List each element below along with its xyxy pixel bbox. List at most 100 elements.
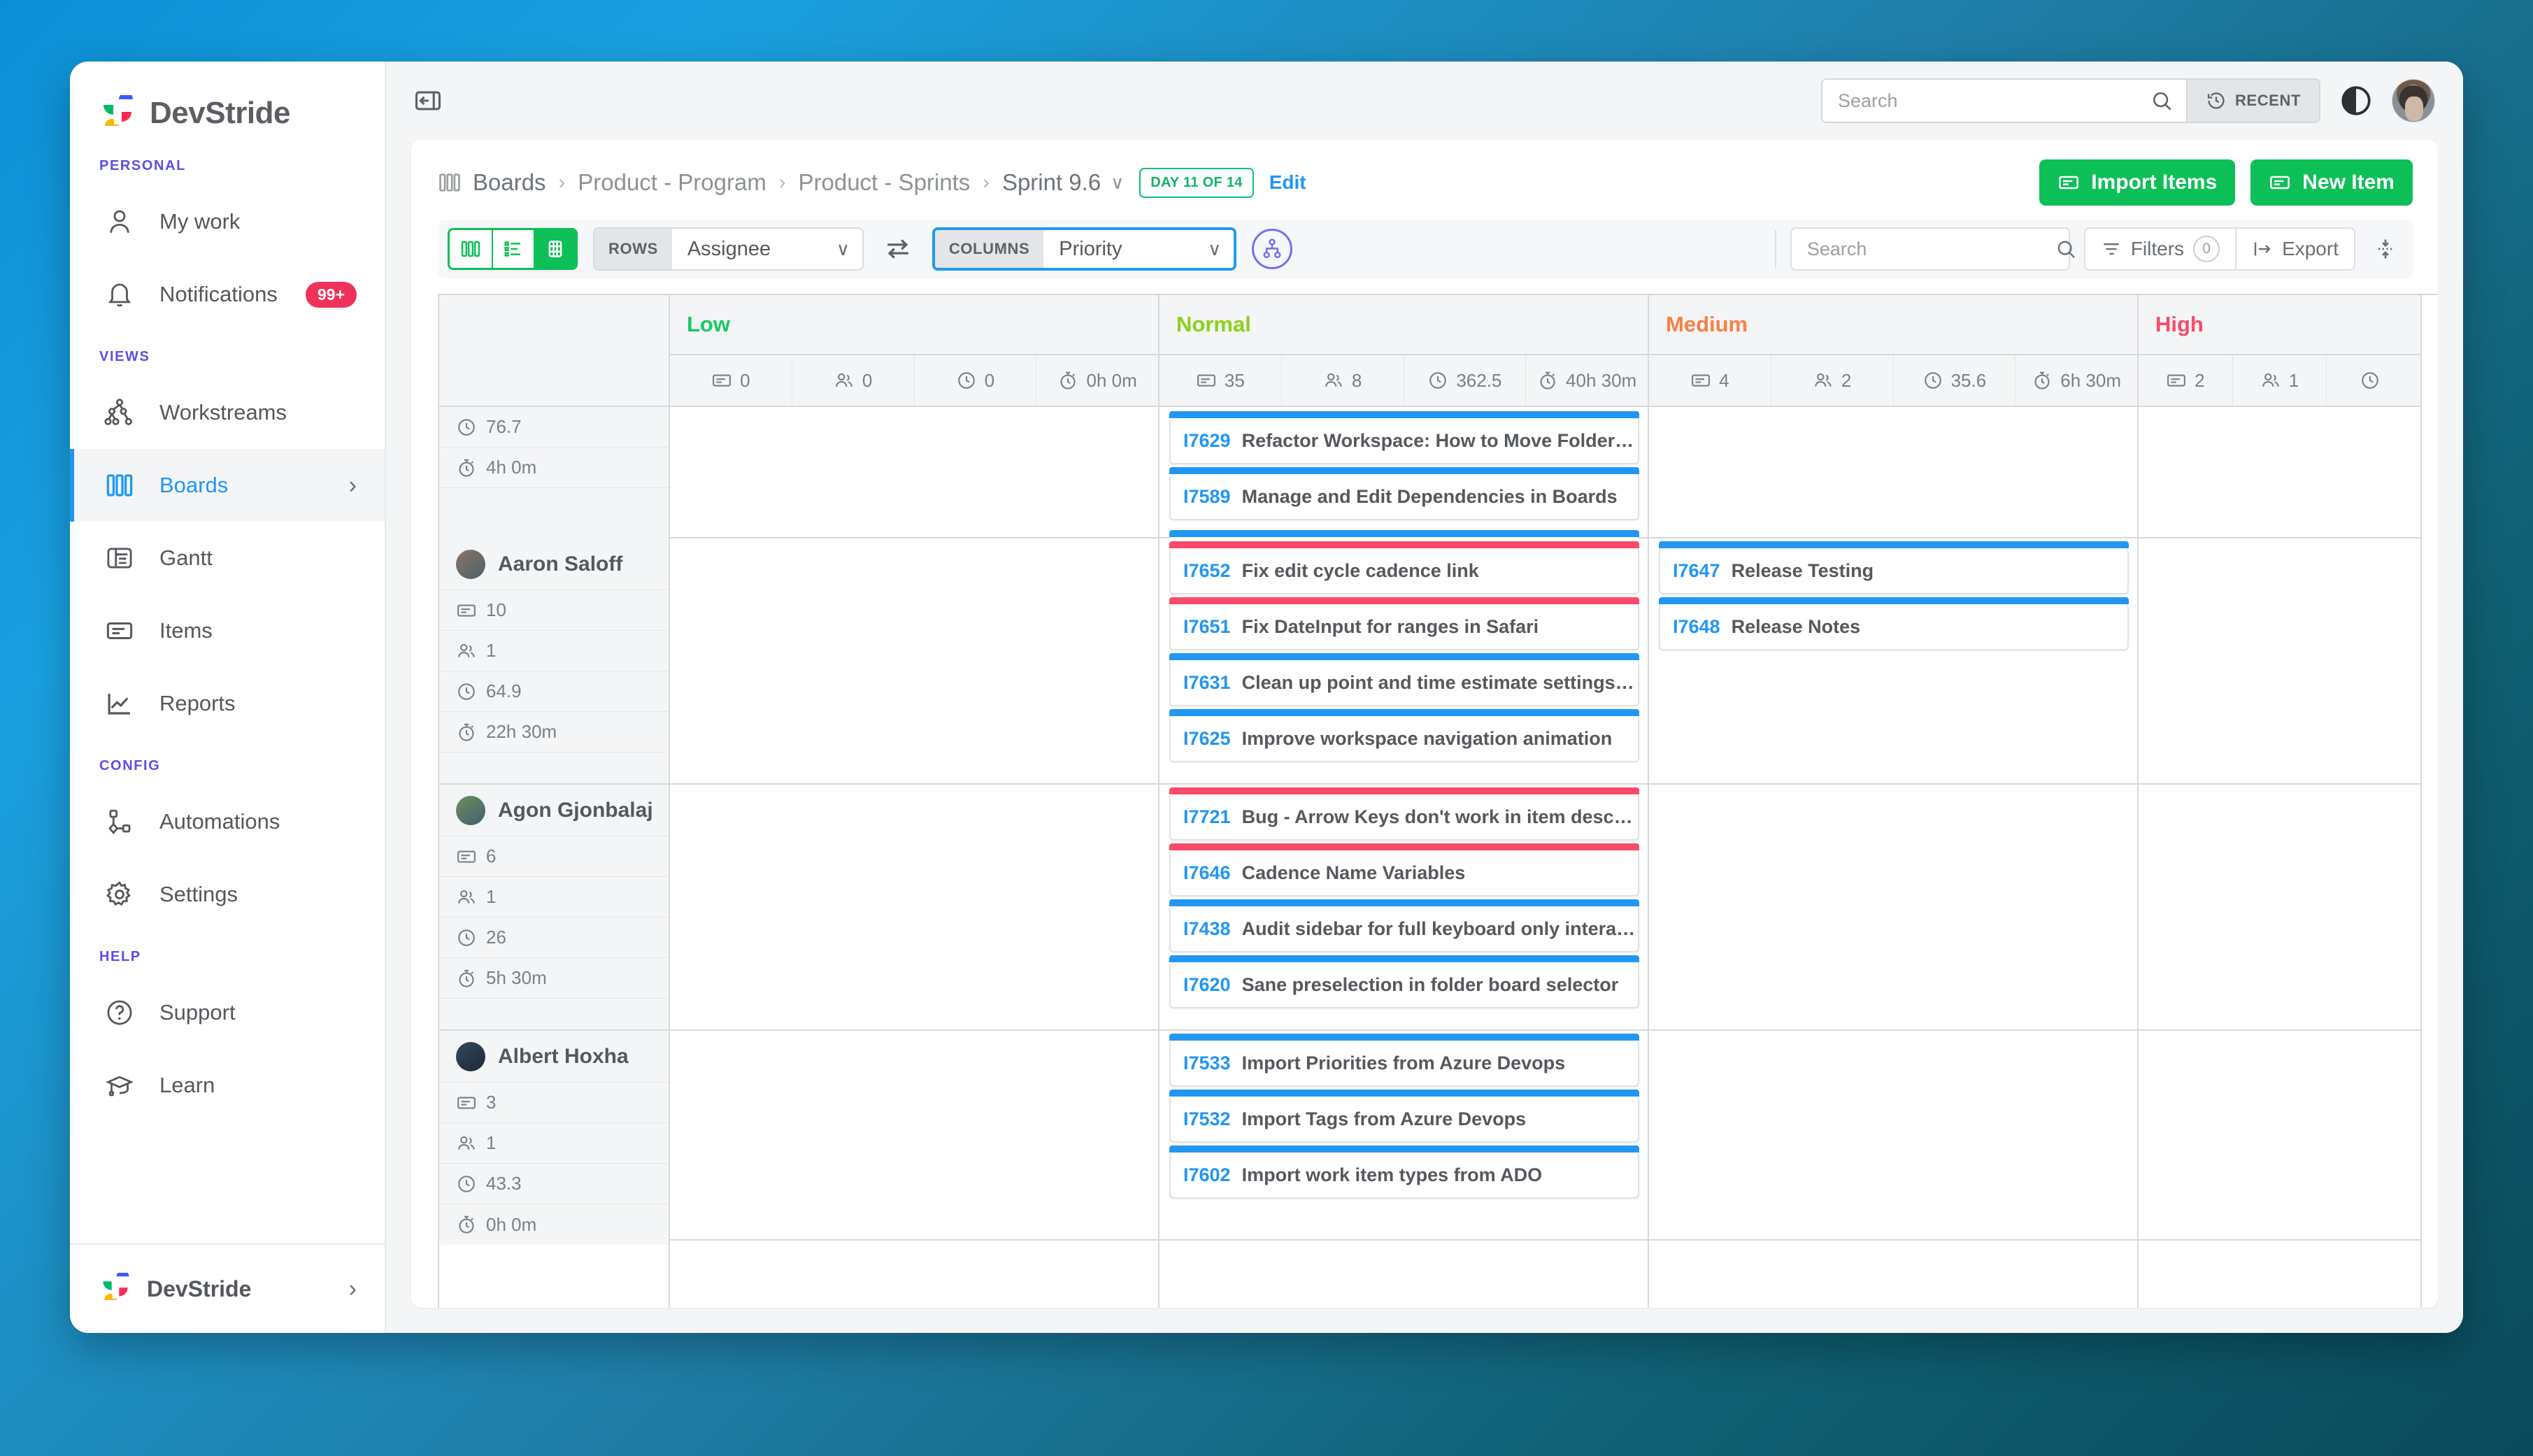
board-search-field[interactable] [1790, 227, 2075, 271]
sidebar-item-gantt[interactable]: Gantt [70, 522, 385, 594]
workspace-switcher[interactable]: DevStride › [70, 1243, 385, 1333]
board-card-clipped[interactable] [1169, 530, 1639, 538]
row-group-header[interactable]: Aaron Saloff [439, 538, 669, 590]
sidebar-section-config: CONFIG [99, 758, 161, 773]
chevron-down-icon[interactable]: ∨ [1101, 172, 1124, 194]
avatar [456, 795, 485, 825]
board-card[interactable]: I7602 Import work item types from ADO [1169, 1145, 1639, 1199]
breadcrumb-item-sprint[interactable]: Sprint 9.6 [1002, 169, 1101, 196]
column-stat-value: 4 [1719, 369, 1729, 391]
columns-selector[interactable]: COLUMNS Priority ∨ [932, 227, 1237, 271]
board-card[interactable]: I7648 Release Notes [1659, 597, 2129, 650]
board-cell[interactable]: I7721 Bug - Arrow Keys don't work in ite… [1160, 785, 1648, 1031]
breadcrumb-item-product-program[interactable]: Product - Program [578, 169, 766, 196]
sidebar-item-settings[interactable]: Settings [70, 858, 385, 931]
rows-selector[interactable]: ROWS Assignee ∨ [593, 227, 864, 271]
list-view-button[interactable] [492, 230, 534, 268]
board-cell[interactable] [1649, 407, 2137, 538]
grid-view-button[interactable] [534, 230, 576, 268]
edit-link[interactable]: Edit [1269, 171, 1306, 194]
sidebar-item-my-work[interactable]: My work [70, 185, 385, 258]
row-group-header[interactable]: Agon Gjonbalaj [439, 785, 669, 836]
board-cell[interactable] [670, 1031, 1158, 1241]
breadcrumb-item-product-sprints[interactable]: Product - Sprints [799, 169, 971, 196]
row-group-albert-hoxha: Albert Hoxha 3 1 43.3 0h 0m [439, 1031, 669, 1245]
row-stat: 1 [439, 631, 669, 671]
row-group-header[interactable]: Albert Hoxha [439, 1031, 669, 1083]
board-card[interactable]: I7647 Release Testing [1659, 541, 2129, 594]
board-card[interactable]: I7721 Bug - Arrow Keys don't work in ite… [1169, 787, 1639, 841]
board-card[interactable]: I7620 Sane preselection in folder board … [1169, 955, 1639, 1008]
filter-icon [2101, 238, 2122, 259]
avatar[interactable] [2392, 79, 2435, 122]
stopwatch-icon [1537, 370, 1558, 391]
board-card[interactable]: I7625 Improve workspace navigation anima… [1169, 709, 1639, 762]
hierarchy-icon[interactable] [1252, 229, 1293, 269]
new-item-button[interactable]: New Item [2250, 159, 2413, 206]
row-stat-value: 1 [486, 1132, 497, 1153]
board-card[interactable]: I7438 Audit sidebar for full keyboard on… [1169, 899, 1639, 952]
sidebar-item-automations[interactable]: Automations [70, 785, 385, 858]
board-card[interactable]: I7629 Refactor Workspace: How to Move Fo… [1169, 411, 1639, 464]
breadcrumb-item-boards[interactable]: Boards [473, 169, 546, 196]
board-card[interactable]: I7533 Import Priorities from Azure Devop… [1169, 1034, 1639, 1087]
search-icon[interactable] [2055, 238, 2077, 260]
board-cell[interactable] [670, 407, 1158, 538]
board-card[interactable]: I7631 Clean up point and time estimate s… [1169, 653, 1639, 706]
import-items-button[interactable]: Import Items [2039, 159, 2236, 206]
column-stat: 0 [915, 355, 1037, 406]
recent-button[interactable]: RECENT [2185, 80, 2319, 122]
board-cell[interactable]: I7533 Import Priorities from Azure Devop… [1160, 1031, 1648, 1241]
board-cell[interactable] [2139, 785, 2420, 1031]
sidebar-item-reports[interactable]: Reports [70, 667, 385, 740]
board-cell[interactable] [2139, 538, 2420, 785]
board-cell[interactable]: I7647 Release Testing I7648 Release Note… [1649, 538, 2137, 785]
filters-button[interactable]: Filters 0 [2085, 229, 2235, 269]
sidebar-item-learn[interactable]: Learn [70, 1049, 385, 1122]
board-card[interactable]: I7589 Manage and Edit Dependencies in Bo… [1169, 467, 1639, 520]
global-search-field[interactable] [1822, 80, 2186, 122]
board-card[interactable]: I7652 Fix edit cycle cadence link [1169, 541, 1639, 594]
sidebar-item-notifications[interactable]: Notifications 99+ [70, 258, 385, 331]
card-title: Refactor Workspace: How to Move Folders … [1241, 429, 1638, 451]
sidebar-item-boards[interactable]: Boards › [70, 449, 385, 522]
board-cell[interactable] [2139, 1031, 2420, 1241]
rows-value[interactable]: Assignee ∨ [671, 229, 862, 269]
board-cell[interactable] [2139, 407, 2420, 538]
board-card[interactable]: I7646 Cadence Name Variables [1169, 843, 1639, 897]
column-body[interactable]: I7629 Refactor Workspace: How to Move Fo… [1160, 407, 1648, 1308]
column-body[interactable]: I7647 Release Testing I7648 Release Note… [1649, 407, 2137, 1308]
board-grid: 76.7 4h 0m Aaron Saloff 10 1 64.9 22h 30… [438, 294, 2438, 1308]
sidebar-item-workstreams[interactable]: Workstreams [70, 376, 385, 449]
search-input[interactable] [1837, 90, 2150, 112]
board-cell[interactable] [1649, 1031, 2137, 1241]
export-button[interactable]: Export [2235, 229, 2354, 269]
search-icon[interactable] [2150, 89, 2174, 113]
row-stat: 4h 0m [439, 448, 669, 488]
row-stat: 76.7 [439, 407, 669, 448]
breadcrumb: Boards › Product - Program › Product - S… [411, 140, 2438, 220]
board-cell[interactable]: I7652 Fix edit cycle cadence link I7651 … [1160, 538, 1648, 785]
kanban-view-button[interactable] [450, 230, 492, 268]
board-search-input[interactable] [1806, 238, 2055, 260]
collapse-sidebar-icon[interactable] [410, 83, 446, 119]
column-body[interactable] [2139, 407, 2420, 1308]
board-card[interactable]: I7651 Fix DateInput for ranges in Safari [1169, 597, 1639, 650]
board-cell[interactable]: I7629 Refactor Workspace: How to Move Fo… [1160, 407, 1648, 538]
board-card[interactable]: I7532 Import Tags from Azure Devops [1169, 1090, 1639, 1143]
breadcrumb-separator: › [778, 171, 786, 194]
column-body[interactable] [670, 407, 1158, 1308]
contrast-icon[interactable] [2339, 83, 2374, 118]
board-cell[interactable] [670, 538, 1158, 785]
sidebar-item-items[interactable]: Items [70, 594, 385, 667]
board-cell[interactable] [1649, 785, 2137, 1031]
column-stat: 0 [670, 355, 792, 406]
board-scroll-region[interactable]: 76.7 4h 0m Aaron Saloff 10 1 64.9 22h 30… [411, 278, 2438, 1308]
sidebar-item-support[interactable]: Support [70, 976, 385, 1049]
expand-rows-icon[interactable] [2369, 237, 2402, 261]
board-cell[interactable] [670, 785, 1158, 1031]
board-column-low: Low 0 0 0 0h 0m [670, 295, 1160, 1308]
columns-value-text: Priority [1059, 237, 1122, 260]
swap-axes-icon[interactable] [879, 234, 917, 264]
columns-value[interactable]: Priority ∨ [1043, 230, 1234, 268]
